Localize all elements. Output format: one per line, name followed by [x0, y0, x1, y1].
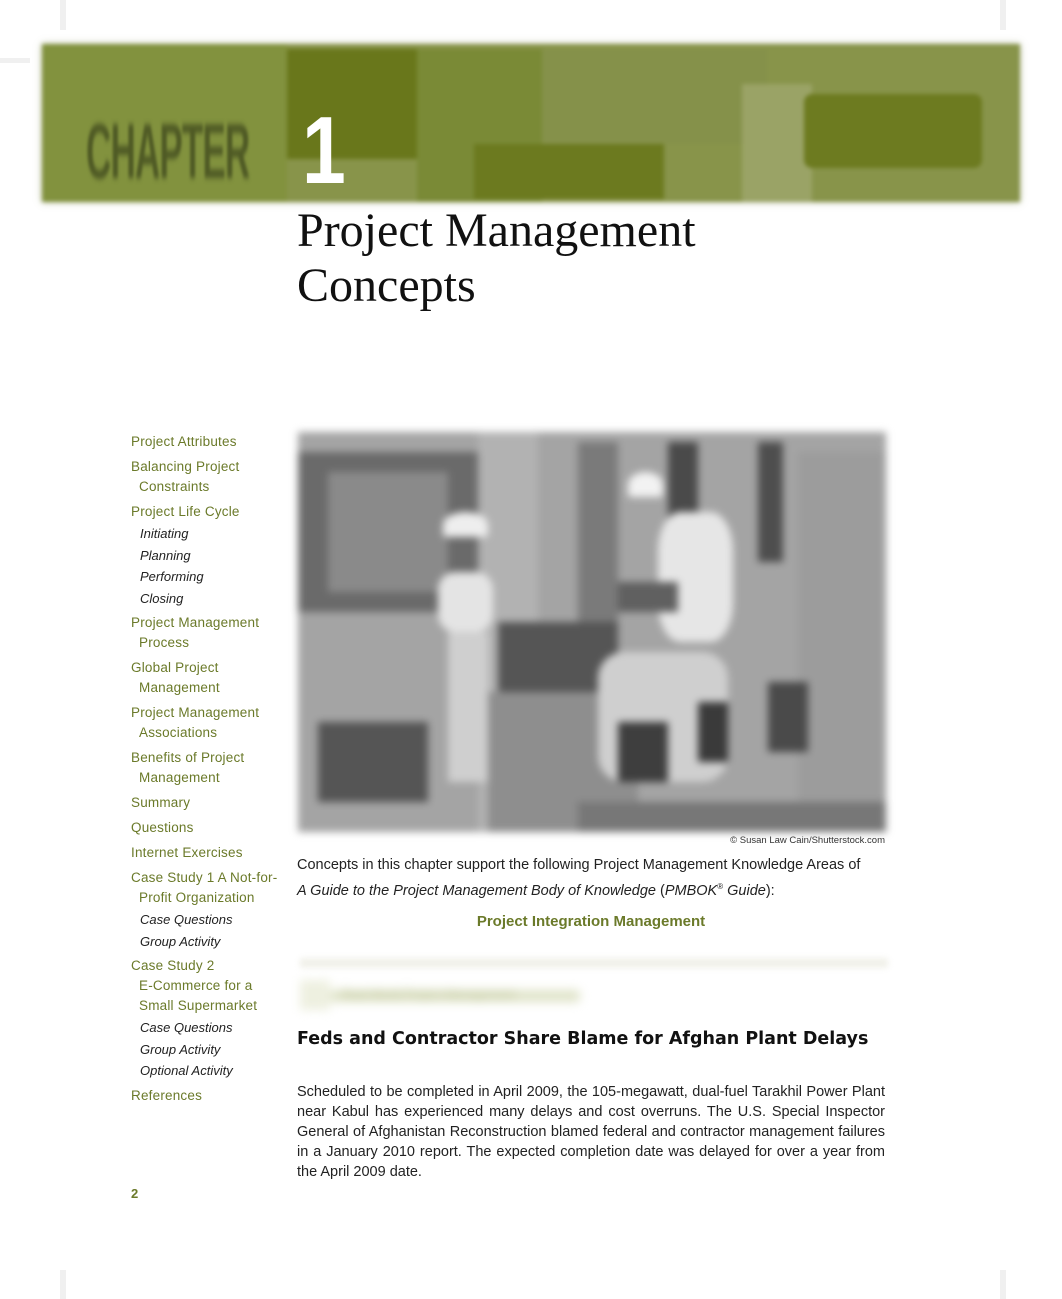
crop-mark [0, 58, 30, 63]
outline-subitem: Optional Activity [140, 1063, 233, 1078]
outline-subitems: Initiating Planning Performing Closing [131, 524, 281, 609]
outline-item-label: Case Study 2 [131, 958, 215, 973]
outline-subitems: Case Questions Group Activity [131, 910, 281, 952]
outline-item: Project Life Cycle [131, 502, 281, 522]
outline-item-label: Balancing Project [131, 459, 240, 474]
feature-label-text: Real World Project Management [342, 987, 516, 1001]
article-headline: Feds and Contractor Share Blame for Afgh… [297, 1029, 869, 1049]
outline-item: Benefits of Project Management [131, 748, 281, 788]
banner-block [474, 144, 664, 199]
outline-subitem: Case Questions [140, 912, 233, 927]
outline-subitem: Performing [140, 569, 204, 584]
pmbok-title: A Guide to the Project Management Body o… [297, 882, 656, 899]
intro-text: ( [655, 882, 665, 899]
outline-item: Balancing Project Constraints [131, 457, 281, 497]
outline-item-continuation: Associations [139, 725, 218, 740]
outline-item-continuation: Profit Organization [139, 890, 255, 905]
outline-item-continuation: Process [139, 635, 190, 650]
pmbok-guide: Guide [723, 882, 766, 899]
knowledge-area: Project Integration Management [476, 913, 706, 930]
crop-mark [60, 0, 66, 30]
outline-item: Project Management Process [131, 613, 281, 653]
outline-item-label: Project Life Cycle [131, 504, 240, 519]
outline-item-label: Project Management [131, 615, 260, 630]
feature-label: Real World Project Management [300, 980, 605, 1010]
outline-item-label: References [131, 1087, 203, 1103]
outline-item: Project Management Associations [131, 703, 281, 743]
outline-subitem: Closing [140, 590, 184, 606]
photo-credit: © Susan Law Cain/Shutterstock.com [730, 835, 885, 846]
chapter-title-line: Project Management [297, 204, 696, 257]
outline-item-label: Global Project [131, 660, 219, 675]
chapter-title: Project Management Concepts [297, 203, 897, 313]
feature-divider [300, 958, 888, 968]
outline-item-label: Questions [131, 820, 194, 835]
feature-icon [300, 980, 330, 1010]
outline-item-label: Project Attributes [131, 434, 237, 449]
outline-item-continuation: Small Supermarket [139, 998, 258, 1013]
knowledge-areas-intro: Concepts in this chapter support the fol… [297, 855, 885, 902]
banner-block [542, 49, 767, 144]
outline-item: Global Project Management [131, 658, 281, 698]
chapter-label: CHAPTER [86, 107, 250, 195]
banner-block [804, 94, 982, 168]
intro-line: A Guide to the Project Management Body o… [297, 876, 885, 902]
pmbok-abbr: PMBOK [664, 882, 718, 899]
outline-item-label: Benefits of Project [131, 750, 245, 765]
outline-subitem: Group Activity [140, 933, 221, 949]
construction-workers-photo [298, 432, 886, 832]
outline-subitem: Planning [140, 547, 191, 563]
outline-item-continuation: Management [139, 680, 220, 695]
chapter-number: 1 [302, 97, 346, 204]
page-number: 2 [131, 1186, 139, 1201]
outline-item-label: Case Study 1 A Not-for- [131, 870, 278, 885]
outline-item-label: Project Management [131, 705, 260, 720]
intro-text: ): [765, 882, 775, 899]
outline-item-continuation: Constraints [139, 479, 210, 494]
outline-item-continuation: Management [139, 770, 220, 785]
outline-subitem: Group Activity [140, 1041, 221, 1057]
chapter-outline: Project Attributes Balancing Project Const… [131, 432, 281, 1111]
outline-item: Questions [131, 818, 281, 838]
outline-subitem: Initiating [140, 526, 189, 541]
outline-item: Project Attributes [131, 432, 281, 452]
crop-mark [60, 1270, 66, 1299]
outline-item: Summary [131, 793, 281, 813]
crop-mark [1000, 0, 1006, 30]
outline-item: Case Study 2 E-Commerce for a Small Superm… [131, 956, 281, 1016]
outline-item: References [131, 1086, 281, 1106]
outline-subitems: Case Questions Group Activity Optional Act… [131, 1018, 281, 1082]
outline-item: Case Study 1 A Not-for- Profit Organizati… [131, 868, 281, 908]
outline-subitem: Case Questions [140, 1020, 233, 1035]
outline-item-continuation: E-Commerce for a [139, 978, 253, 993]
banner-block [742, 84, 812, 202]
article-body: Scheduled to be completed in April 2009,… [297, 1084, 885, 1180]
outline-item-label: Summary [131, 795, 191, 810]
crop-mark [1000, 1270, 1006, 1299]
chapter-title-line: Concepts [297, 259, 476, 312]
outline-item: Internet Exercises [131, 843, 281, 863]
outline-item-label: Internet Exercises [131, 845, 243, 860]
intro-line: Concepts in this chapter support the fol… [297, 857, 861, 873]
